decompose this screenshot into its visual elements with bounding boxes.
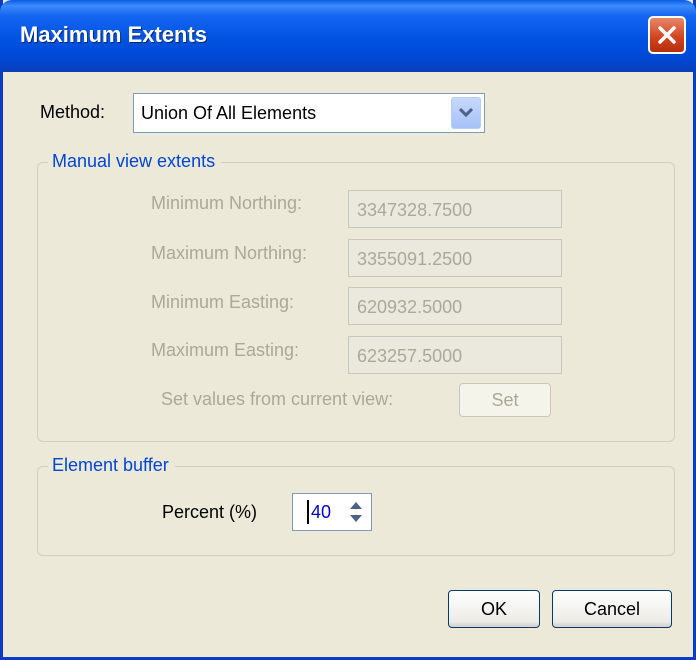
title-bar[interactable]: Maximum Extents — [0, 0, 696, 72]
chevron-down-icon — [459, 108, 473, 118]
min-easting-field[interactable]: 620932.5000 — [348, 287, 562, 325]
window-title: Maximum Extents — [20, 22, 208, 47]
spin-arrows-icon[interactable] — [343, 496, 369, 528]
percent-label: Percent (%) — [162, 502, 258, 522]
close-button[interactable] — [648, 16, 686, 54]
element-buffer-title: Element buffer — [48, 455, 175, 476]
min-northing-field[interactable]: 3347328.7500 — [348, 190, 562, 228]
max-northing-label: Maximum Northing: — [151, 243, 308, 263]
dialog-window: Maximum Extents Method: Union Of All Ele… — [0, 0, 696, 660]
ok-button[interactable]: OK — [448, 590, 540, 628]
cancel-button[interactable]: Cancel — [552, 590, 672, 628]
min-northing-label: Minimum Northing: — [151, 193, 303, 213]
max-northing-field[interactable]: 3355091.2500 — [348, 239, 562, 277]
method-select[interactable]: Union Of All Elements — [133, 93, 485, 133]
percent-value: 40 — [311, 502, 332, 522]
close-icon — [658, 26, 676, 44]
min-northing-value: 3347328.7500 — [357, 200, 473, 220]
method-label: Method: — [40, 102, 106, 122]
max-easting-field[interactable]: 623257.5000 — [348, 336, 562, 374]
manual-extents-title: Manual view extents — [48, 151, 222, 172]
max-easting-label: Maximum Easting: — [151, 340, 300, 360]
max-northing-value: 3355091.2500 — [357, 249, 473, 269]
dropdown-button[interactable] — [451, 97, 481, 129]
set-button[interactable]: Set — [459, 383, 551, 417]
set-values-label: Set values from current view: — [161, 389, 394, 409]
min-easting-label: Minimum Easting: — [151, 292, 295, 312]
max-easting-value: 623257.5000 — [357, 346, 463, 366]
min-easting-value: 620932.5000 — [357, 297, 463, 317]
percent-spinner[interactable]: 40 — [292, 493, 372, 531]
method-select-value: Union Of All Elements — [141, 103, 317, 123]
text-cursor — [307, 500, 309, 524]
